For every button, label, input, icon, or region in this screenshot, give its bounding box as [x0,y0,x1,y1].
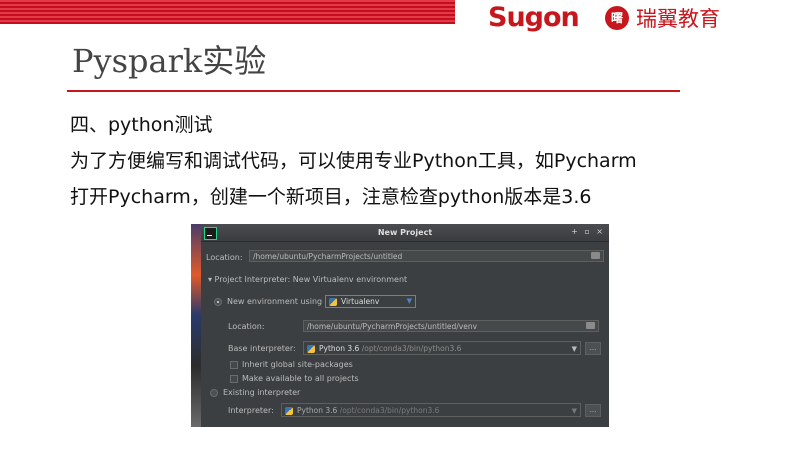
interpreter-version: Python 3.6 [297,406,338,415]
desktop-background [191,224,201,427]
partner-name: 瑞翼教育 [636,7,720,31]
base-interpreter-path: /opt/conda3/bin/python3.6 [361,344,462,353]
make-available-checkbox[interactable] [230,375,238,383]
virtualenv-icon [329,298,337,306]
inherit-packages-checkbox[interactable] [230,361,238,369]
content-line-3: 打开Pycharm，创建一个新项目，注意检查python版本是3.6 [70,186,592,208]
existing-interpreter-radio[interactable] [210,389,218,397]
browse-interpreter-button[interactable]: ... [585,404,601,417]
partner-logo-icon: 曙 [605,6,629,30]
base-interpreter-dropdown[interactable]: Python 3.6 /opt/conda3/bin/python3.6 ▼ [303,341,581,355]
venv-location-value: /home/ubuntu/PycharmProjects/untitled/ve… [307,322,478,331]
browse-folder-icon[interactable] [591,252,600,259]
browse-folder-icon[interactable] [586,322,595,329]
interpreter-label: Interpreter: [228,406,274,415]
python-icon [285,407,293,415]
slide-title: Pyspark实验 [72,42,267,80]
interpreter-path: /opt/conda3/bin/python3.6 [339,406,440,415]
header-decorative-band [0,0,455,24]
make-available-label: Make available to all projects [242,374,359,383]
content-line-1: 四、python测试 [70,114,213,136]
new-environment-label: New environment using [227,297,323,306]
sugon-logo: Sugon [488,2,580,33]
location-input[interactable]: /home/ubuntu/PycharmProjects/untitled [249,250,604,262]
base-interpreter-version: Python 3.6 [319,344,360,353]
chevron-down-icon: ▼ [571,407,577,415]
python-icon [307,345,315,353]
environment-tool-dropdown[interactable]: Virtualenv ▼ [325,295,416,308]
interpreter-section-toggle[interactable]: ▾ Project Interpreter: New Virtualenv en… [208,275,407,284]
new-environment-radio[interactable] [214,298,222,306]
environment-tool-value: Virtualenv [341,297,380,306]
inherit-packages-label: Inherit global site-packages [242,360,353,369]
content-line-2: 为了方便编写和调试代码，可以使用专业Python工具，如Pycharm [70,150,637,172]
browse-base-interpreter-button[interactable]: ... [585,342,601,355]
title-divider [67,90,680,92]
venv-location-label: Location: [228,322,265,331]
location-value: /home/ubuntu/PycharmProjects/untitled [253,252,403,261]
chevron-down-icon: ▼ [571,345,577,353]
interpreter-dropdown[interactable]: Python 3.6 /opt/conda3/bin/python3.6 ▼ [281,403,581,417]
existing-interpreter-label: Existing interpreter [223,388,301,397]
location-label: Location: [206,253,243,262]
new-project-dialog-screenshot: New Project + ▫ × Location: /home/ubuntu… [191,224,609,427]
window-controls[interactable]: + ▫ × [571,227,605,236]
base-interpreter-label: Base interpreter: [228,344,296,353]
dialog-title: New Project [377,228,433,237]
venv-location-input[interactable]: /home/ubuntu/PycharmProjects/untitled/ve… [303,320,599,332]
chevron-down-icon: ▼ [406,297,412,305]
dialog-titlebar[interactable]: New Project + ▫ × [201,224,609,242]
